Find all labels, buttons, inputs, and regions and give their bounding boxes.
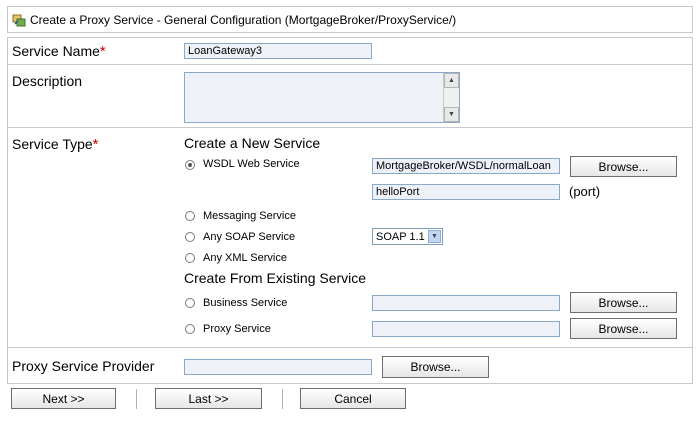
messaging-service-radio[interactable] — [185, 211, 195, 221]
business-service-radio[interactable] — [185, 298, 195, 308]
wsdl-web-service-label: WSDL Web Service — [203, 158, 300, 170]
proxy-service-input[interactable] — [372, 321, 560, 337]
any-xml-service-radio[interactable] — [185, 253, 195, 263]
service-name-row: Service Name* — [8, 38, 692, 65]
service-name-label: Service Name — [12, 43, 100, 59]
provider-input[interactable] — [184, 359, 372, 375]
any-xml-service-label: Any XML Service — [203, 252, 287, 264]
port-input[interactable] — [372, 184, 560, 200]
provider-browse-button[interactable]: Browse... — [382, 356, 489, 378]
service-type-label: Service Type — [12, 136, 93, 152]
button-separator — [282, 389, 283, 409]
button-separator — [136, 389, 137, 409]
last-button[interactable]: Last >> — [155, 388, 262, 409]
scroll-up-icon[interactable]: ▲ — [444, 73, 459, 88]
messaging-service-label: Messaging Service — [203, 210, 296, 222]
description-label: Description — [12, 73, 83, 89]
proxy-service-icon — [12, 13, 26, 27]
create-from-existing-heading: Create From Existing Service — [184, 270, 367, 286]
proxy-service-label: Proxy Service — [203, 323, 271, 335]
create-new-service-heading: Create a New Service — [184, 135, 321, 151]
provider-label: Proxy Service Provider — [12, 358, 155, 374]
any-soap-service-label: Any SOAP Service — [203, 231, 296, 243]
scroll-down-icon[interactable]: ▼ — [444, 107, 459, 122]
description-row: Description ▲ ▼ — [8, 65, 692, 128]
required-marker: * — [92, 136, 99, 153]
chevron-down-icon[interactable]: ▼ — [428, 230, 441, 243]
page-header: Create a Proxy Service - General Configu… — [7, 6, 693, 33]
next-button[interactable]: Next >> — [11, 388, 116, 409]
page-title: Create a Proxy Service - General Configu… — [30, 12, 457, 27]
required-marker: * — [99, 43, 106, 60]
wsdl-path-input[interactable] — [372, 158, 560, 174]
business-service-input[interactable] — [372, 295, 560, 311]
wsdl-web-service-radio[interactable] — [185, 160, 195, 170]
cancel-button[interactable]: Cancel — [300, 388, 406, 409]
any-soap-service-radio[interactable] — [185, 232, 195, 242]
wsdl-browse-button[interactable]: Browse... — [570, 156, 677, 177]
proxy-service-radio[interactable] — [185, 324, 195, 334]
business-service-label: Business Service — [203, 297, 288, 309]
service-type-row: Service Type* Create a New Service WSDL … — [8, 128, 692, 348]
soap-version-select[interactable]: SOAP 1.1 ▼ — [372, 228, 443, 245]
description-textarea[interactable]: ▲ ▼ — [184, 72, 460, 123]
business-browse-button[interactable]: Browse... — [570, 292, 677, 313]
soap-version-value: SOAP 1.1 — [376, 230, 425, 243]
proxy-browse-button[interactable]: Browse... — [570, 318, 677, 339]
description-scrollbar[interactable]: ▲ ▼ — [443, 73, 459, 122]
provider-row: Proxy Service Provider Browse... — [8, 348, 692, 383]
port-label: (port) — [569, 184, 601, 199]
general-configuration-form: Service Name* Description ▲ ▼ Service Ty… — [7, 37, 693, 384]
service-name-input[interactable] — [184, 43, 372, 59]
